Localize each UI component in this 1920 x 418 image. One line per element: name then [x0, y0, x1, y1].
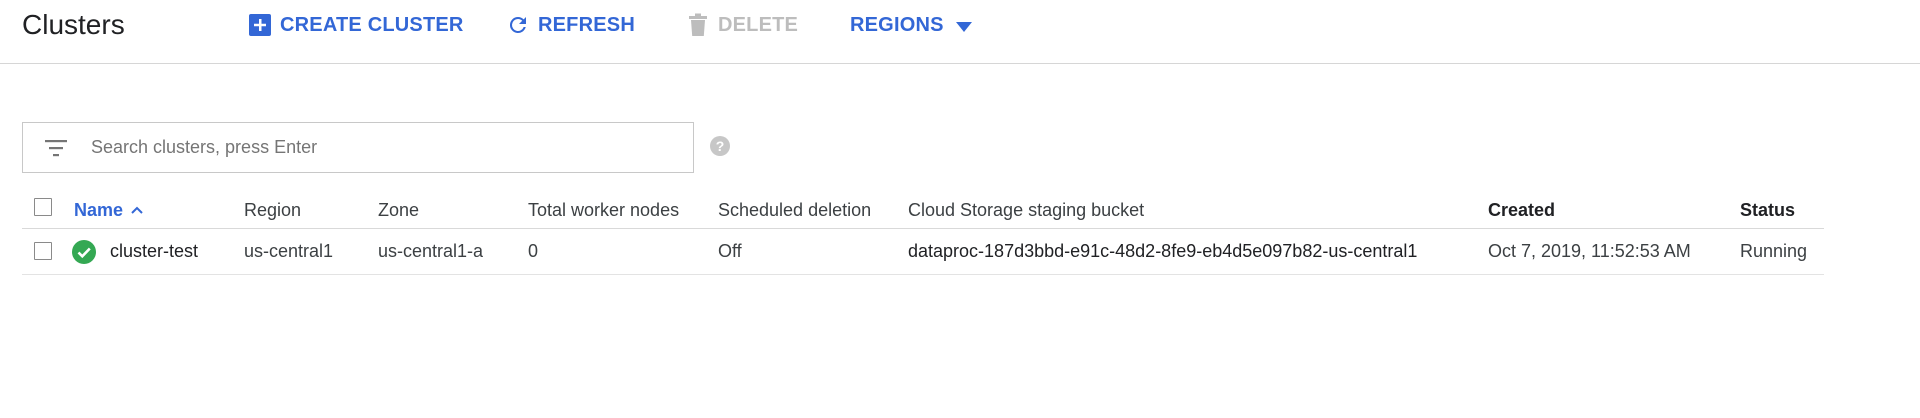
delete-label: DELETE [718, 13, 799, 36]
filter-list-icon[interactable] [43, 137, 69, 159]
search-input[interactable] [91, 123, 681, 172]
refresh-label: REFRESH [538, 13, 635, 36]
delete-button[interactable]: DELETE [686, 10, 798, 40]
add-box-icon [248, 13, 272, 37]
column-header-name-label: Name [74, 200, 124, 220]
cluster-status: Running [1740, 241, 1808, 261]
column-header-scheduled-deletion: Scheduled deletion [718, 200, 872, 220]
trash-icon [686, 13, 710, 37]
page-header: Clusters CREATE CLUSTER REFRESH DELETE R… [0, 0, 1920, 64]
create-cluster-label: CREATE CLUSTER [280, 13, 464, 36]
check-circle-icon [72, 240, 96, 264]
column-header-region: Region [244, 200, 302, 220]
cluster-region: us-central1 [244, 241, 334, 261]
refresh-icon [506, 13, 530, 37]
column-header-name[interactable]: Name [74, 192, 143, 228]
create-cluster-button[interactable]: CREATE CLUSTER [248, 10, 464, 40]
cluster-name-link[interactable]: cluster-test [110, 229, 198, 274]
column-header-worker-nodes: Total worker nodes [528, 200, 680, 220]
column-header-staging-bucket: Cloud Storage staging bucket [908, 200, 1145, 220]
column-header-status[interactable]: Status [1740, 192, 1795, 228]
search-bar [22, 122, 694, 173]
cluster-worker-nodes: 0 [528, 241, 539, 261]
select-all-checkbox[interactable] [34, 198, 52, 216]
row-checkbox[interactable] [34, 242, 52, 260]
table-header-row: Name Region Zone Total worker nodes Sche… [22, 192, 1824, 229]
regions-dropdown[interactable]: REGIONS [850, 10, 972, 40]
sort-ascending-icon [131, 206, 143, 214]
column-header-created[interactable]: Created [1488, 192, 1555, 228]
cluster-staging-bucket-link[interactable]: dataproc-187d3bbd-e91c-48d2-8fe9-eb4d5e0… [908, 229, 1417, 274]
clusters-table: Name Region Zone Total worker nodes Sche… [22, 192, 1824, 275]
refresh-button[interactable]: REFRESH [506, 10, 635, 40]
svg-text:?: ? [716, 138, 725, 154]
cluster-created: Oct 7, 2019, 11:52:53 AM [1488, 241, 1691, 261]
cluster-zone: us-central1-a [378, 241, 484, 261]
table-row: cluster-test us-central1 us-central1-a 0… [22, 229, 1824, 275]
caret-down-icon [955, 15, 972, 38]
cluster-scheduled-deletion: Off [718, 241, 742, 261]
page-title: Clusters [22, 9, 125, 40]
regions-label: REGIONS [850, 13, 944, 36]
help-icon[interactable]: ? [709, 135, 731, 157]
column-header-zone: Zone [378, 200, 420, 220]
